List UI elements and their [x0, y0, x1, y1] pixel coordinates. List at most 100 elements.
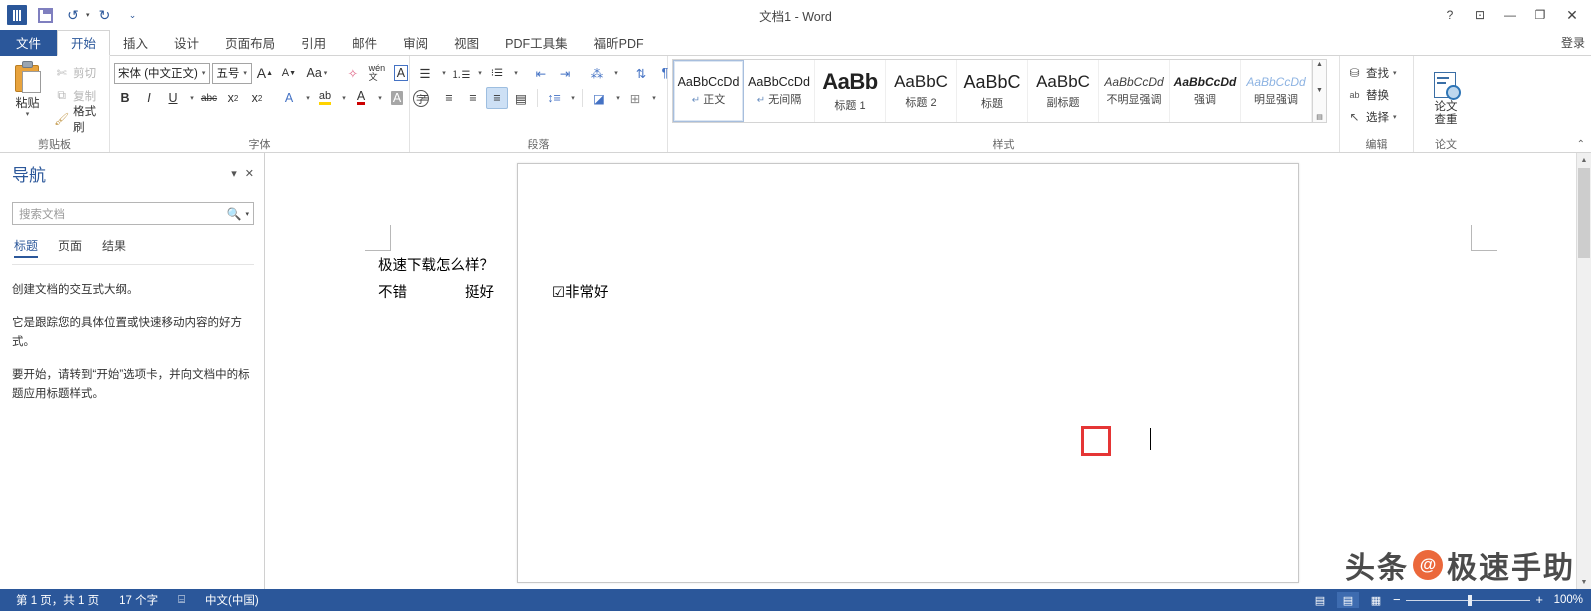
- tab-foxit-pdf[interactable]: 福昕PDF: [581, 30, 657, 56]
- scroll-up-icon[interactable]: ▲: [1577, 153, 1591, 168]
- search-icon[interactable]: 🔍: [227, 207, 242, 221]
- scroll-down-icon[interactable]: ▼: [1316, 87, 1323, 94]
- text-effects-icon[interactable]: A: [278, 87, 300, 109]
- vertical-scrollbar[interactable]: ▲ ▼: [1576, 153, 1591, 590]
- tab-mailings[interactable]: 邮件: [339, 30, 390, 56]
- collapse-ribbon-icon[interactable]: ⌃: [1577, 139, 1585, 150]
- scroll-down-icon[interactable]: ▼: [1577, 575, 1591, 590]
- style-item-heading1[interactable]: AaBb 标题 1: [815, 60, 886, 122]
- character-shading-icon[interactable]: A: [386, 87, 408, 109]
- align-right-icon[interactable]: ≡: [462, 87, 484, 109]
- format-painter-button[interactable]: 🖌 格式刷: [51, 106, 105, 134]
- close-icon[interactable]: ✕: [1555, 1, 1589, 29]
- style-item-zhengwen[interactable]: AaBbCcDd ↵ 正文: [673, 60, 744, 122]
- numbering-icon[interactable]: ⒈☰: [450, 62, 472, 84]
- cut-button[interactable]: ✄ 剪切: [51, 62, 105, 83]
- paste-dropdown-icon[interactable]: ▾: [26, 110, 30, 118]
- italic-button[interactable]: I: [138, 87, 160, 109]
- sign-in-link[interactable]: 登录: [1561, 29, 1591, 55]
- document-area[interactable]: 极速下载怎么样？ 不错 挺好 ☑非常好 ▲ ▼: [265, 153, 1591, 590]
- more-styles-icon[interactable]: ▤: [1316, 113, 1323, 121]
- tab-design[interactable]: 设计: [161, 30, 212, 56]
- tab-references[interactable]: 引用: [288, 30, 339, 56]
- nav-tab-results[interactable]: 结果: [102, 237, 126, 258]
- select-dropdown-icon[interactable]: ▾: [1393, 113, 1397, 121]
- language-status[interactable]: 中文(中国): [195, 592, 269, 608]
- style-item-subtle-emphasis[interactable]: AaBbCcDd 不明显强调: [1099, 60, 1170, 122]
- multilevel-list-icon[interactable]: ⁝☰: [486, 62, 508, 84]
- tab-pdf-toolkit[interactable]: PDF工具集: [492, 30, 581, 56]
- scroll-up-icon[interactable]: ▲: [1316, 61, 1323, 68]
- undo-icon[interactable]: ↺: [60, 2, 86, 28]
- paste-button[interactable]: 粘贴 ▾: [4, 59, 51, 136]
- nav-tab-headings[interactable]: 标题: [14, 237, 39, 258]
- clear-formatting-icon[interactable]: ✧: [342, 62, 364, 84]
- undo-dropdown-icon[interactable]: ▾: [86, 11, 90, 19]
- zoom-slider[interactable]: − +: [1393, 593, 1543, 606]
- align-left-icon[interactable]: ≡: [414, 87, 436, 109]
- shrink-font-button[interactable]: A ▼: [278, 62, 300, 84]
- style-item-heading2[interactable]: AaBbC 标题 2: [886, 60, 957, 122]
- borders-icon[interactable]: ⊞: [624, 87, 646, 109]
- word-count-status[interactable]: 17 个字: [109, 592, 168, 608]
- styles-gallery-scrollbar[interactable]: ▲ ▼ ▤: [1312, 60, 1326, 122]
- help-icon[interactable]: ?: [1435, 1, 1465, 29]
- page-count-status[interactable]: 第 1 页，共 1 页: [6, 592, 109, 608]
- zoom-level-label[interactable]: 100%: [1549, 594, 1583, 606]
- paper-check-button[interactable]: 论文 查重: [1418, 59, 1474, 136]
- text-effects-dropdown-icon[interactable]: ▾: [302, 87, 312, 109]
- text-highlight-color-icon[interactable]: ab: [314, 87, 336, 109]
- proofing-status-icon[interactable]: ⌸: [168, 594, 195, 607]
- zoom-thumb[interactable]: [1468, 594, 1472, 606]
- minimize-icon[interactable]: —: [1495, 1, 1525, 29]
- highlight-dropdown-icon[interactable]: ▾: [338, 87, 348, 109]
- phonetic-guide-icon[interactable]: wén 文: [366, 62, 388, 84]
- borders-dropdown-icon[interactable]: ▾: [648, 87, 658, 109]
- style-item-wujiange[interactable]: AaBbCcDd ↵ 无间隔: [744, 60, 815, 122]
- zoom-track[interactable]: [1405, 594, 1531, 606]
- navigation-close-icon[interactable]: ✕: [245, 167, 254, 180]
- shading-dropdown-icon[interactable]: ▾: [612, 87, 622, 109]
- tab-review[interactable]: 审阅: [390, 30, 441, 56]
- distributed-icon[interactable]: ▤: [510, 87, 532, 109]
- decrease-indent-icon[interactable]: ⇤: [530, 62, 552, 84]
- tab-home[interactable]: 开始: [57, 30, 111, 56]
- search-options-dropdown-icon[interactable]: ▾: [245, 210, 249, 218]
- style-item-emphasis[interactable]: AaBbCcDd 强调: [1170, 60, 1241, 122]
- multilevel-dropdown-icon[interactable]: ▾: [510, 62, 520, 84]
- customize-qat-icon[interactable]: ⌄: [120, 2, 146, 28]
- web-layout-icon[interactable]: ▦: [1365, 592, 1387, 608]
- zoom-out-button[interactable]: −: [1393, 593, 1401, 606]
- tab-page-layout[interactable]: 页面布局: [212, 30, 288, 56]
- checkbox-glyph[interactable]: ☑: [552, 285, 565, 301]
- navigation-search-box[interactable]: 搜索文档 🔍 ▾: [12, 202, 254, 225]
- bullets-icon[interactable]: ☰: [414, 62, 436, 84]
- line-spacing-icon[interactable]: ↕≡: [543, 87, 565, 109]
- style-item-intense-emphasis[interactable]: AaBbCcDd 明显强调: [1241, 60, 1312, 122]
- redo-icon[interactable]: ↻: [92, 2, 118, 28]
- replace-button[interactable]: ab 替换: [1344, 84, 1400, 105]
- find-button[interactable]: ⛁ 查找 ▾: [1344, 62, 1400, 83]
- navigation-options-icon[interactable]: ▾: [231, 167, 237, 180]
- underline-button[interactable]: U: [162, 87, 184, 109]
- asian-layout-icon[interactable]: ⁂: [586, 62, 608, 84]
- bullets-dropdown-icon[interactable]: ▾: [438, 62, 448, 84]
- sort-icon[interactable]: ⇅: [630, 62, 652, 84]
- find-dropdown-icon[interactable]: ▾: [1393, 69, 1397, 77]
- change-case-button[interactable]: Aa ▾: [302, 62, 332, 84]
- document-page[interactable]: [517, 163, 1299, 583]
- document-line-2[interactable]: 不错 挺好 ☑非常好: [378, 280, 609, 307]
- shading-icon[interactable]: ◪: [588, 87, 610, 109]
- font-size-dropdown-icon[interactable]: ▾: [239, 69, 251, 77]
- save-icon[interactable]: [32, 2, 58, 28]
- numbering-dropdown-icon[interactable]: ▾: [474, 62, 484, 84]
- grow-font-button[interactable]: A ▲: [254, 62, 276, 84]
- asian-layout-dropdown-icon[interactable]: ▾: [610, 62, 620, 84]
- document-line-1[interactable]: 极速下载怎么样？: [378, 253, 609, 280]
- zoom-in-button[interactable]: +: [1535, 593, 1543, 606]
- character-border-icon[interactable]: A: [390, 62, 412, 84]
- maximize-icon[interactable]: ❐: [1525, 1, 1555, 29]
- align-center-icon[interactable]: ≡: [438, 87, 460, 109]
- print-layout-icon[interactable]: ▤: [1337, 592, 1359, 608]
- underline-dropdown-icon[interactable]: ▾: [186, 87, 196, 109]
